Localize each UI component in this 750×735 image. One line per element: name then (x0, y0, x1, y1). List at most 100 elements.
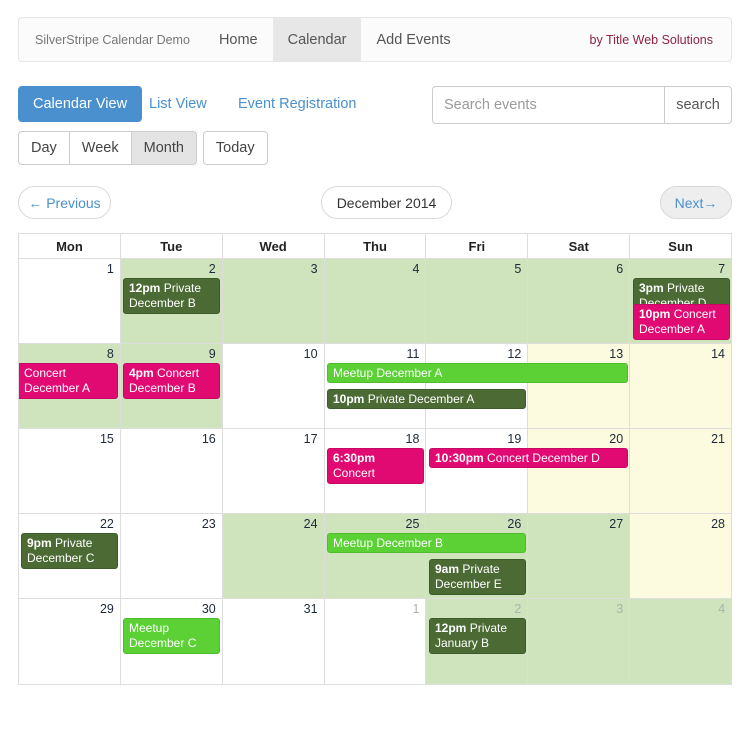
calendar-day-cell[interactable]: 15 (19, 429, 121, 514)
day-number: 25 (405, 517, 420, 531)
brand-title: SilverStripe Calendar Demo (35, 32, 190, 47)
calendar-day-cell[interactable]: 28 (630, 514, 733, 599)
calendar-day-cell[interactable]: 29 (19, 599, 121, 685)
top-navbar: SilverStripe Calendar Demo Home Calendar… (18, 17, 732, 62)
range-button-week[interactable]: Week (68, 131, 132, 165)
day-number: 31 (303, 602, 318, 616)
event-time: 9am (435, 562, 460, 576)
next-month-button[interactable]: Next→ (660, 186, 732, 219)
range-button-month[interactable]: Month (130, 131, 197, 165)
day-number: 5 (514, 262, 522, 276)
calendar-view-button[interactable]: Calendar View (18, 86, 143, 122)
range-button-day[interactable]: Day (18, 131, 70, 165)
weekday-header-thu: Thu (324, 234, 427, 259)
day-number: 11 (406, 347, 420, 361)
day-number: 29 (99, 602, 114, 616)
weekday-header-tue: Tue (120, 234, 223, 259)
calendar-day-cell[interactable]: 13 (528, 344, 631, 429)
calendar-event[interactable]: Meetup December B (327, 533, 526, 553)
day-number: 2 (208, 262, 216, 276)
calendar-day-cell[interactable]: 10 (222, 344, 325, 429)
calendar-event[interactable]: Meetup December A (327, 363, 628, 383)
day-number: 6 (616, 262, 624, 276)
calendar-day-cell[interactable]: 11 (324, 344, 427, 429)
calendar-event[interactable]: 10:30pm Concert December D (429, 448, 628, 468)
calendar-event[interactable]: 4pm Concert December B (123, 363, 220, 399)
nav-link-calendar[interactable]: Calendar (272, 18, 362, 61)
event-title: Concert December C (333, 466, 400, 483)
previous-month-button[interactable]: ← Previous (18, 186, 111, 219)
event-time: 10pm (333, 392, 365, 406)
event-title: Concert December A (24, 366, 91, 395)
day-number: 3 (310, 262, 318, 276)
calendar-event[interactable]: Meetup December C (123, 618, 220, 654)
day-number: 18 (405, 432, 420, 446)
nav-link-add-events[interactable]: Add Events (361, 18, 465, 61)
nav-link-home[interactable]: Home (204, 18, 273, 61)
calendar-event[interactable]: 9am Private December E (429, 559, 526, 595)
day-number: 20 (609, 432, 624, 446)
weekday-header-sat: Sat (528, 234, 631, 259)
navbar-credit: by Title Web Solutions (589, 32, 713, 47)
weekday-header-fri: Fri (426, 234, 529, 259)
day-number: 19 (507, 432, 522, 446)
calendar-event[interactable]: 10pm Private December A (327, 389, 526, 409)
event-title: Meetup December B (333, 536, 444, 550)
calendar-day-cell[interactable]: 17 (222, 429, 325, 514)
calendar-event[interactable]: 10pm Concert December A (633, 304, 730, 340)
event-time: 12pm (129, 281, 161, 295)
calendar-day-cell[interactable]: 4 (324, 259, 427, 344)
event-time: 3pm (639, 281, 664, 295)
event-time: 4pm (129, 366, 154, 380)
event-title: Private December A (367, 392, 475, 406)
day-number: 21 (711, 432, 726, 446)
calendar-day-cell[interactable]: 1 (324, 599, 427, 685)
day-number: 28 (711, 517, 726, 531)
calendar-day-cell[interactable]: 20 (528, 429, 631, 514)
event-time: 12pm (435, 621, 467, 635)
calendar-event[interactable]: Concert December A (19, 363, 118, 399)
calendar-day-cell[interactable]: 12 (426, 344, 529, 429)
calendar-event[interactable]: 9pm Private December C (21, 533, 118, 569)
calendar-day-cell[interactable]: 21 (630, 429, 733, 514)
weekday-header-wed: Wed (222, 234, 325, 259)
weekday-header-sun: Sun (630, 234, 733, 259)
day-number: 4 (412, 262, 420, 276)
calendar-event[interactable]: 12pm Private December B (123, 278, 220, 314)
calendar-day-cell[interactable]: 3 (528, 599, 631, 685)
calendar-day-cell[interactable]: 19 (426, 429, 529, 514)
range-switcher: Day Week Month Today (18, 131, 268, 165)
search-button[interactable]: search (664, 86, 732, 124)
calendar-day-cell[interactable]: 4 (630, 599, 733, 685)
event-title: Meetup December C (129, 621, 197, 650)
calendar-day-cell[interactable]: 5 (426, 259, 529, 344)
calendar-weeks: 1 2 3 4 5 6 7 12pm Private December B 3pm Privat… (19, 259, 733, 685)
calendar-day-cell[interactable]: 3 (222, 259, 325, 344)
calendar-event[interactable]: 12pm Private January B (429, 618, 526, 654)
range-button-today[interactable]: Today (202, 131, 268, 165)
calendar-week-row: 1 2 3 4 5 6 7 12pm Private December B 3pm Privat… (19, 259, 733, 344)
calendar-event[interactable]: 6:30pm Concert December C (327, 448, 424, 484)
calendar-day-cell[interactable]: 27 (528, 514, 631, 599)
event-registration-link[interactable]: Event Registration (238, 86, 356, 122)
calendar-day-cell[interactable]: 14 (630, 344, 733, 429)
day-number: 4 (718, 602, 726, 616)
list-view-link[interactable]: List View (149, 86, 207, 122)
calendar-day-cell[interactable]: 24 (222, 514, 325, 599)
event-title: Concert December D (487, 451, 600, 465)
event-time: 10:30pm (435, 451, 484, 465)
calendar-day-cell[interactable]: 6 (528, 259, 631, 344)
calendar-day-cell[interactable]: 23 (120, 514, 223, 599)
day-number: 10 (303, 347, 318, 361)
calendar-day-cell[interactable]: 1 (19, 259, 121, 344)
calendar-day-cell[interactable]: 31 (222, 599, 325, 685)
calendar-day-cell[interactable]: 16 (120, 429, 223, 514)
weekday-header-mon: Mon (19, 234, 121, 259)
navbar-spacer (466, 18, 590, 61)
day-number: 15 (99, 432, 114, 446)
calendar-day-cell[interactable]: 25 (324, 514, 427, 599)
day-number: 3 (616, 602, 624, 616)
event-time: 10pm (639, 307, 671, 321)
search-input[interactable] (432, 86, 664, 124)
day-number: 9 (208, 347, 216, 361)
